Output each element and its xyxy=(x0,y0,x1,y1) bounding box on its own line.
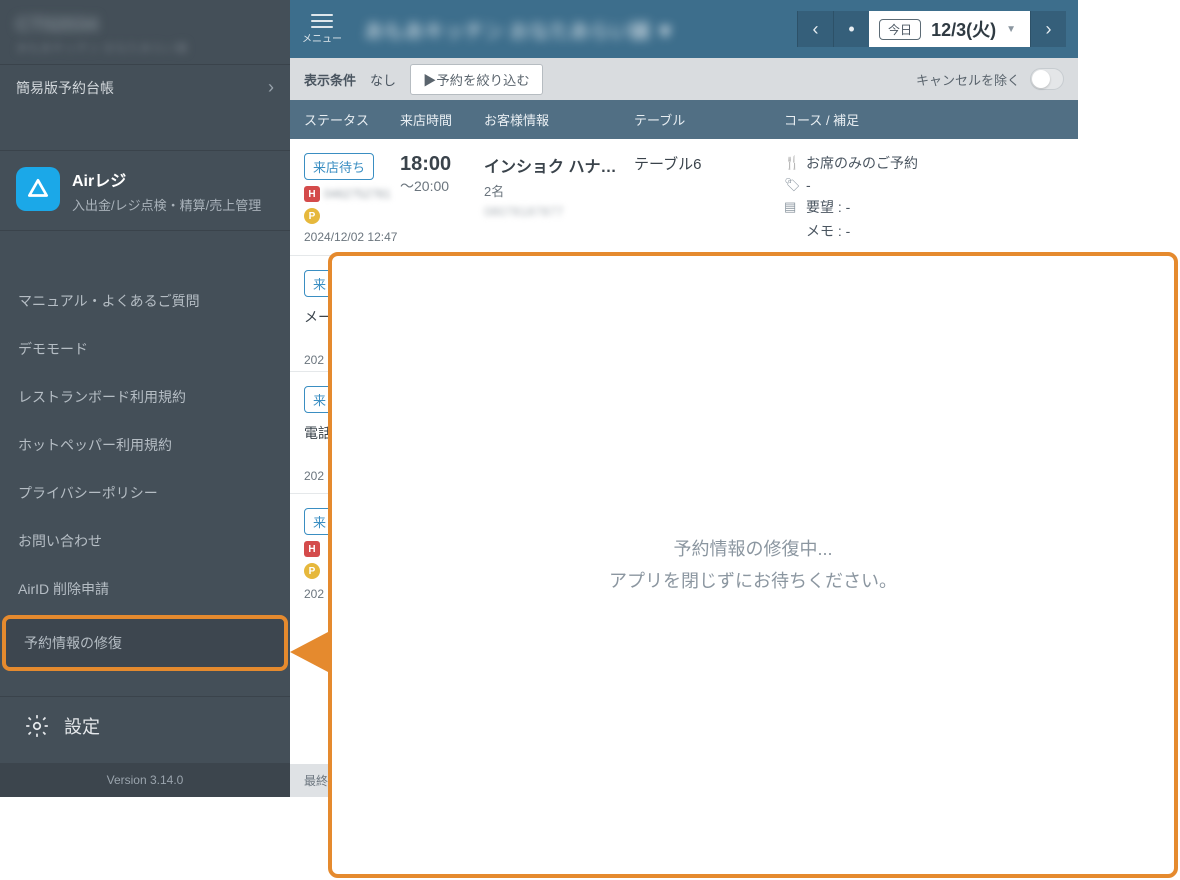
sidebar-item-hp-terms[interactable]: ホットペッパー利用規約 xyxy=(0,421,290,469)
app-title: Airレジ xyxy=(72,167,261,191)
sidebar-row-simple-book[interactable]: 簡易版予約台帳 › xyxy=(0,65,290,110)
repair-modal: 予約情報の修復中... アプリを閉じずにお待ちください。 xyxy=(328,252,1178,878)
time-cell: 18:00 ～20:00 xyxy=(400,153,484,196)
sidebar-item-rb-terms[interactable]: レストランボード利用規約 xyxy=(0,373,290,421)
today-badge: 今日 xyxy=(879,19,921,40)
cancel-filter: キャンセルを除く xyxy=(916,68,1064,90)
res-timestamp: 2024/12/02 12:47 xyxy=(304,230,400,244)
fork-knife-icon: 🍴 xyxy=(784,155,798,171)
guest-count: 2名 xyxy=(484,181,634,200)
modal-message: 予約情報の修復中... アプリを閉じずにお待ちください。 xyxy=(609,533,897,598)
table-header: ステータス 来店時間 お客様情報 テーブル コース / 補足 xyxy=(290,100,1078,139)
col-course: コース / 補足 xyxy=(784,110,1064,129)
h-badge-icon: H xyxy=(304,541,320,557)
app-desc: 入出金/レジ点検・精算/売上管理 xyxy=(72,195,261,214)
col-table: テーブル xyxy=(634,110,784,129)
sidebar-settings[interactable]: 設定 xyxy=(0,696,290,755)
sidebar-header: CT02034 あもあキッチン おなたあらい舗 xyxy=(0,0,290,65)
date-next-button[interactable]: › xyxy=(1030,11,1066,47)
col-guest: お客様情報 xyxy=(484,110,634,129)
note-icon: ▤ xyxy=(784,199,798,215)
sidebar-item-inquiry[interactable]: お問い合わせ xyxy=(0,517,290,565)
sidebar-item-demo[interactable]: デモモード xyxy=(0,325,290,373)
table-cell: テーブル6 xyxy=(634,153,784,174)
sidebar-item-repair[interactable]: 予約情報の修復 xyxy=(2,615,288,671)
sidebar-item-manual[interactable]: マニュアル・よくあるご質問 xyxy=(0,277,290,325)
filter-narrow-button[interactable]: ▶予約を絞り込む xyxy=(410,64,543,95)
p-badge-icon: P xyxy=(304,208,320,224)
filter-none: なし xyxy=(370,70,396,89)
p-badge-icon: P xyxy=(304,563,320,579)
course-cell: 🍴お席のみのご予約 🏷- ▤要望 : - メモ : - xyxy=(784,153,1064,245)
gear-icon xyxy=(24,713,50,739)
hamburger-icon xyxy=(311,14,333,28)
modal-line2: アプリを閉じずにお待ちください。 xyxy=(609,565,897,597)
page-title[interactable]: あもあキッチン おなたあらい舗 ▼ xyxy=(352,15,787,44)
sidebar-item-airid-delete[interactable]: AirID 削除申請 xyxy=(0,565,290,613)
filter-bar: 表示条件 なし ▶予約を絞り込む キャンセルを除く xyxy=(290,58,1078,100)
store-code: CT02034 xyxy=(16,14,274,37)
date-picker[interactable]: 今日 12/3(火) ▼ xyxy=(869,11,1030,47)
sidebar-row-label: 簡易版予約台帳 xyxy=(16,78,114,98)
cancel-toggle[interactable] xyxy=(1030,68,1064,90)
menu-label: メニュー xyxy=(302,30,342,45)
h-badge-icon: H xyxy=(304,186,320,202)
store-sub: あもあキッチン おなたあらい舗 xyxy=(16,39,274,56)
modal-line1: 予約情報の修復中... xyxy=(609,533,897,565)
settings-label: 設定 xyxy=(64,713,100,739)
guest-cell: インショク ハナ… 2名 08078187877 xyxy=(484,153,634,219)
chevron-right-icon: › xyxy=(268,77,274,98)
sidebar-item-privacy[interactable]: プライバシーポリシー xyxy=(0,469,290,517)
guest-phone: 08078187877 xyxy=(484,204,634,219)
status-cell: 来店待ち H 0462752781 P 2024/12/02 12:47 xyxy=(304,153,400,244)
res-code: 0462752781 xyxy=(324,187,391,201)
date-nav: ‹ • 今日 12/3(火) ▼ › xyxy=(797,11,1066,47)
col-time: 来店時間 xyxy=(400,110,484,129)
sidebar-menu: マニュアル・よくあるご質問 デモモード レストランボード利用規約 ホットペッパー… xyxy=(0,277,290,671)
time-end: ～20:00 xyxy=(400,176,484,196)
date-dot-button[interactable]: • xyxy=(833,11,869,47)
guest-name: インショク ハナ… xyxy=(484,153,634,177)
col-status: ステータス xyxy=(304,110,400,129)
callout-arrow-icon xyxy=(290,632,328,672)
reservation-row[interactable]: 来店待ち H 0462752781 P 2024/12/02 12:47 18:… xyxy=(290,139,1078,256)
filter-label: 表示条件 xyxy=(304,70,356,89)
app-card[interactable]: Airレジ 入出金/レジ点検・精算/売上管理 xyxy=(0,150,290,231)
topbar: メニュー あもあキッチン おなたあらい舗 ▼ ‹ • 今日 12/3(火) ▼ … xyxy=(290,0,1078,58)
status-badge: 来店待ち xyxy=(304,153,374,180)
airregi-icon xyxy=(16,167,60,211)
date-prev-button[interactable]: ‹ xyxy=(797,11,833,47)
time-start: 18:00 xyxy=(400,153,484,176)
date-text: 12/3(火) xyxy=(931,16,996,42)
menu-button[interactable]: メニュー xyxy=(302,14,342,45)
cancel-filter-label: キャンセルを除く xyxy=(916,70,1020,89)
caret-down-icon: ▼ xyxy=(1006,24,1016,35)
sidebar: CT02034 あもあキッチン おなたあらい舗 簡易版予約台帳 › Airレジ … xyxy=(0,0,290,797)
tag-icon: 🏷 xyxy=(784,177,798,193)
version-label: Version 3.14.0 xyxy=(0,763,290,797)
